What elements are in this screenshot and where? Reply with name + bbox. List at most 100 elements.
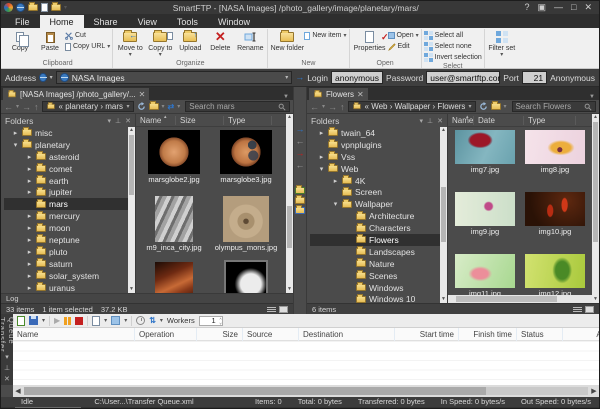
save-queue-icon[interactable]: [29, 316, 38, 325]
expand-arrow-icon[interactable]: ▸: [26, 188, 33, 196]
expand-arrow-icon[interactable]: ▸: [26, 284, 33, 292]
tree-item[interactable]: ▸ twain_64: [310, 127, 447, 139]
edit-button[interactable]: Edit: [388, 42, 419, 51]
panel-menu-caret[interactable]: ▾: [5, 353, 9, 361]
file-item[interactable]: olympus_mons.jpg: [211, 196, 281, 258]
document-icon[interactable]: [41, 3, 48, 12]
column-header[interactable]: Type: [224, 116, 272, 125]
close-button[interactable]: ✕: [584, 2, 592, 13]
back-button[interactable]: ←: [4, 102, 13, 112]
ribbon-toggle-button[interactable]: ▣: [538, 2, 547, 13]
file-item[interactable]: [211, 262, 281, 293]
expand-arrow-icon[interactable]: ▸: [332, 177, 339, 185]
folder-menu-icon[interactable]: [149, 103, 159, 110]
port-input[interactable]: 21: [522, 71, 547, 84]
expand-arrow-icon[interactable]: ▸: [318, 153, 325, 161]
log-panel-header[interactable]: Log: [1, 293, 293, 303]
new-folder-button[interactable]: New folder: [270, 29, 304, 52]
maximize-button[interactable]: □: [571, 2, 576, 13]
expand-arrow-icon[interactable]: ▸: [26, 224, 33, 232]
tree-item[interactable]: ▸ mercury: [4, 210, 135, 222]
column-header[interactable]: Date: [474, 116, 524, 125]
local-list-scrollbar[interactable]: ▲▼: [592, 114, 599, 303]
panel-close-icon[interactable]: ✕: [4, 375, 10, 383]
tree-item[interactable]: vpnplugins: [310, 139, 447, 151]
transfer-arrow-icon[interactable]: →: [296, 149, 305, 158]
auth-type-dropdown[interactable]: Anonymous: [550, 73, 595, 83]
expand-arrow-icon[interactable]: ▾: [12, 141, 19, 149]
queue-column-header[interactable]: Source: [243, 328, 299, 341]
close-pane-icon[interactable]: ✕: [125, 117, 131, 125]
tree-item[interactable]: Windows: [310, 282, 447, 294]
go-arrow-icon[interactable]: →: [295, 73, 304, 82]
forward-button[interactable]: →: [22, 102, 31, 112]
ribbon-tab[interactable]: File: [5, 15, 40, 28]
expand-arrow-icon[interactable]: ▾: [332, 200, 339, 208]
cut-button[interactable]: Cut: [65, 31, 110, 40]
tree-item[interactable]: ▸ earth: [4, 175, 135, 187]
transfer-mode-icon[interactable]: ⇄: [168, 102, 175, 111]
mirror-folder-icon[interactable]: [295, 207, 305, 214]
tab-close-icon[interactable]: ✕: [139, 90, 146, 99]
tree-item[interactable]: Windows 10: [310, 293, 447, 303]
local-list-hscrollbar[interactable]: [448, 295, 592, 303]
expand-arrow-icon[interactable]: ▸: [26, 260, 33, 268]
address-combo[interactable]: NASA Images ▾: [56, 71, 293, 84]
select-all-button[interactable]: Select all: [424, 31, 482, 40]
file-item[interactable]: img9.jpg: [451, 192, 519, 250]
file-item[interactable]: marsglobe3.jpg: [211, 130, 281, 192]
select-none-button[interactable]: Select none: [424, 42, 482, 51]
panel-pin-icon[interactable]: ⊥: [4, 364, 10, 372]
tree-item[interactable]: ▾ planetary: [4, 139, 135, 151]
tree-item[interactable]: ▾ Web: [310, 163, 447, 175]
thumbnail-view-icon[interactable]: [585, 306, 594, 313]
queue-view-icon[interactable]: [111, 316, 120, 325]
move-to-button[interactable]: ← Move to▾: [115, 29, 145, 59]
tree-item[interactable]: ▸ neptune: [4, 234, 135, 246]
tree-item[interactable]: ▸ 4K: [310, 175, 447, 187]
scroll-right-arrow[interactable]: ▶: [589, 387, 599, 395]
expand-arrow-icon[interactable]: ▸: [318, 129, 325, 137]
remote-tree-scrollbar[interactable]: ▲▼: [128, 127, 135, 293]
copy-to-button[interactable]: Copy to▾: [145, 29, 175, 59]
workers-spinner[interactable]: 1: [199, 316, 223, 326]
copy-url-button[interactable]: Copy URL ▾: [65, 42, 110, 51]
tab-close-icon[interactable]: ✕: [357, 90, 364, 99]
forward-button[interactable]: →: [328, 102, 337, 112]
local-search-input[interactable]: Search Flowers: [512, 101, 596, 112]
details-view-icon[interactable]: [573, 306, 582, 313]
ribbon-tab[interactable]: Tools: [167, 15, 208, 28]
local-breadcrumb[interactable]: « Web › Wallpaper › Flowers ▾: [348, 101, 476, 112]
file-item[interactable]: [139, 262, 209, 293]
ribbon-tab[interactable]: View: [128, 15, 167, 28]
column-header[interactable]: Type: [524, 116, 576, 125]
folder-menu-icon[interactable]: [491, 103, 501, 110]
filter-set-button[interactable]: Filter set▾: [487, 29, 517, 59]
file-item[interactable]: img10.jpg: [521, 192, 589, 250]
ribbon-tab[interactable]: Share: [84, 15, 128, 28]
folder-icon[interactable]: [51, 4, 61, 11]
tree-item[interactable]: Landscapes: [310, 246, 447, 258]
breadcrumb-caret[interactable]: ▾: [127, 103, 130, 110]
close-pane-icon[interactable]: ✕: [437, 117, 443, 125]
transfer-arrow-icon[interactable]: ←: [296, 137, 305, 146]
ribbon-tab[interactable]: Window: [208, 15, 260, 28]
tree-item[interactable]: Scenes: [310, 270, 447, 282]
details-view-icon[interactable]: [267, 306, 276, 313]
queue-column-header[interactable]: Operation: [135, 328, 197, 341]
copy-button[interactable]: Copy: [5, 29, 35, 52]
sync-folder-icon[interactable]: [295, 187, 305, 194]
tree-item[interactable]: mars: [4, 198, 135, 210]
properties-button[interactable]: ✓ Properties: [352, 29, 388, 52]
thumbnail-view-icon[interactable]: [279, 306, 288, 313]
login-input[interactable]: anonymous: [331, 71, 383, 84]
queue-column-header[interactable]: Name: [13, 328, 135, 341]
favorites-folder-icon[interactable]: [28, 4, 38, 11]
tree-item[interactable]: ▸ uranus: [4, 282, 135, 293]
minimize-button[interactable]: —: [554, 2, 563, 13]
tree-item[interactable]: ▸ solar_system: [4, 270, 135, 282]
invert-selection-button[interactable]: Invert selection: [424, 53, 482, 62]
queue-file-icon[interactable]: [92, 316, 100, 326]
ribbon-tab[interactable]: Home: [40, 15, 84, 28]
compare-folder-icon[interactable]: [295, 197, 305, 204]
